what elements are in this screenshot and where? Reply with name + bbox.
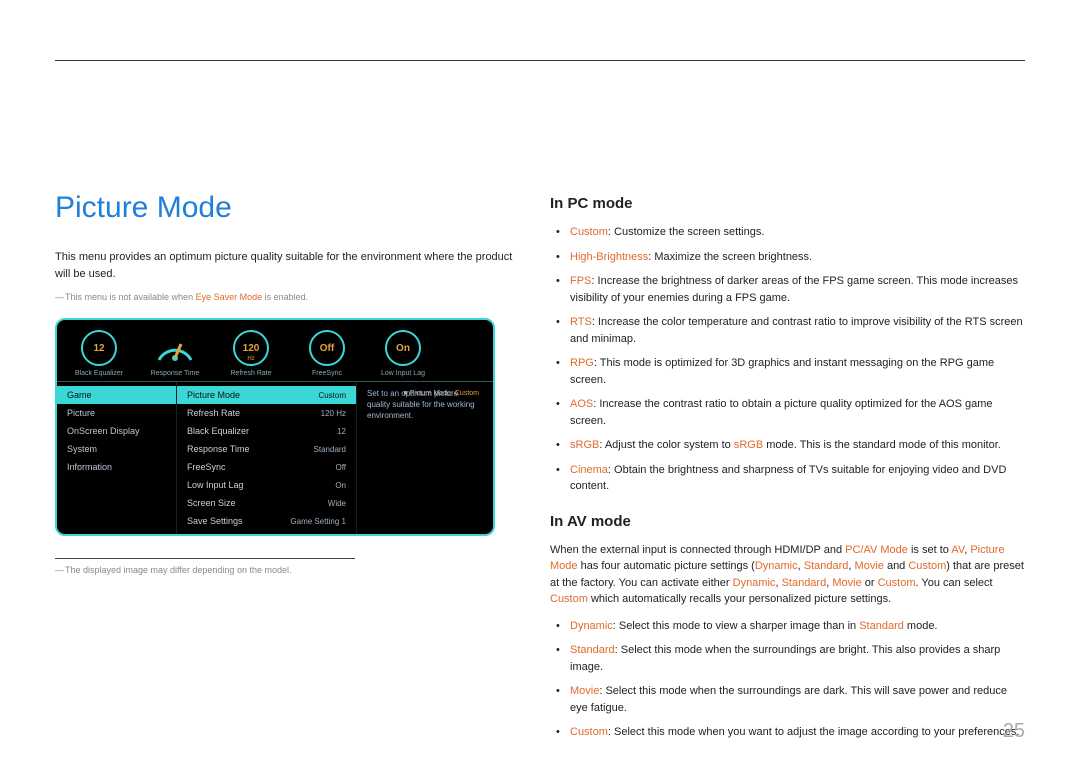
- osd-status: ■ Picture Mode: Custom: [404, 390, 479, 397]
- top-rule: [55, 60, 1025, 61]
- intro-text: This menu provides an optimum picture qu…: [55, 249, 515, 282]
- list-item: FPS: Increase the brightness of darker a…: [560, 273, 1025, 306]
- list-item: sRGB: Adjust the color system to sRGB mo…: [560, 437, 1025, 454]
- list-item: RPG: This mode is optimized for 3D graph…: [560, 355, 1025, 388]
- footnote-displayed-image: The displayed image may differ depending…: [55, 565, 515, 575]
- dial-black-equalizer: 12 Black Equalizer: [69, 330, 129, 377]
- osd-center-item: Save SettingsGame Setting 1: [177, 512, 356, 530]
- footnote-rule: [55, 558, 355, 559]
- osd-panel: 12 Black Equalizer Response Time 120Hz: [55, 318, 495, 536]
- osd-center-item: Picture ModeCustom: [177, 386, 356, 404]
- dial-refresh-rate: 120Hz Refresh Rate: [221, 330, 281, 377]
- osd-center-item: Low Input LagOn: [177, 476, 356, 494]
- osd-center-item: Black Equalizer12: [177, 422, 356, 440]
- av-mode-heading: In AV mode: [550, 513, 1025, 530]
- list-item: RTS: Increase the color temperature and …: [560, 314, 1025, 347]
- osd-description: Set to an optimum picture quality suitab…: [357, 382, 493, 534]
- osd-center-item: Screen SizeWide: [177, 494, 356, 512]
- osd-left-item: Picture: [57, 404, 176, 422]
- list-item: Custom: Customize the screen settings.: [560, 224, 1025, 241]
- osd-center-item: FreeSyncOff: [177, 458, 356, 476]
- list-item: Cinema: Obtain the brightness and sharpn…: [560, 462, 1025, 495]
- dial-low-input-lag: On Low Input Lag: [373, 330, 433, 377]
- osd-top-row: 12 Black Equalizer Response Time 120Hz: [57, 320, 493, 382]
- list-item: AOS: Increase the contrast ratio to obta…: [560, 396, 1025, 429]
- page-title: Picture Mode: [55, 191, 515, 225]
- av-intro: When the external input is connected thr…: [550, 542, 1025, 608]
- osd-left-item: System: [57, 440, 176, 458]
- gauge-icon: [153, 330, 197, 366]
- osd-left-item: OnScreen Display: [57, 422, 176, 440]
- osd-center-item: Refresh Rate120 Hz: [177, 404, 356, 422]
- osd-left-menu: Game Picture OnScreen Display System Inf…: [57, 382, 177, 534]
- dial-freesync: Off FreeSync: [297, 330, 357, 377]
- list-item: High-Brightness: Maximize the screen bri…: [560, 249, 1025, 266]
- osd-center-menu: Picture ModeCustom Refresh Rate120 Hz Bl…: [177, 382, 357, 534]
- dial-response-time: Response Time: [145, 330, 205, 377]
- list-item: Custom: Select this mode when you want t…: [560, 724, 1025, 741]
- list-item: Standard: Select this mode when the surr…: [560, 642, 1025, 675]
- pc-mode-heading: In PC mode: [550, 195, 1025, 212]
- footnote-eye-saver: This menu is not available when Eye Save…: [55, 292, 515, 302]
- osd-left-item: Game: [57, 386, 176, 404]
- page-number: 25: [1003, 720, 1025, 743]
- av-mode-list: Dynamic: Select this mode to view a shar…: [550, 618, 1025, 741]
- list-item: Dynamic: Select this mode to view a shar…: [560, 618, 1025, 635]
- pc-mode-list: Custom: Customize the screen settings. H…: [550, 224, 1025, 495]
- osd-left-item: Information: [57, 458, 176, 476]
- osd-center-item: Response TimeStandard: [177, 440, 356, 458]
- list-item: Movie: Select this mode when the surroun…: [560, 683, 1025, 716]
